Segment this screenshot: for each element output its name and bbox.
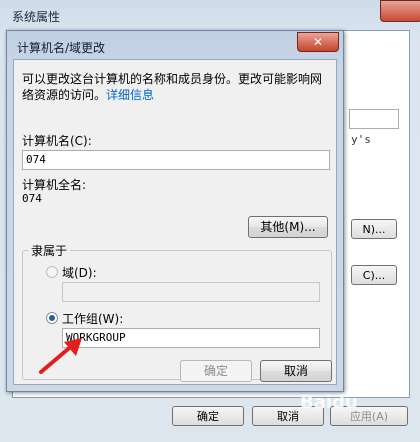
domain-radio[interactable] [46,266,58,278]
background-input [349,109,399,129]
domain-label: 域(D): [62,266,97,280]
change-button[interactable]: C)... [351,265,397,285]
computer-name-input[interactable]: 074 [22,150,330,170]
ok-button[interactable]: 确定 [180,360,252,382]
close-button[interactable] [380,0,420,22]
domain-input[interactable] [62,282,320,302]
computer-name-label: 计算机名(C): [22,134,92,148]
dialog-title: 计算机名/域更改 [17,41,106,55]
window-title: 系统属性 [12,10,61,24]
network-id-button[interactable]: N)... [351,219,397,239]
description-text-line2: 络资源的访问。详细信息 [22,88,155,102]
close-icon[interactable]: ✕ [297,32,339,52]
full-name-value: 074 [22,192,42,205]
more-button[interactable]: 其他(M)... [248,216,328,238]
ok-button-bg[interactable]: 确定 [172,406,244,426]
background-text-fragment: y's [351,133,371,146]
full-name-label: 计算机全名: [22,178,87,192]
annotation-arrow-icon [39,338,82,374]
workgroup-radio[interactable] [46,312,58,324]
cancel-button[interactable]: 取消 [260,360,332,382]
description-text: 可以更改这台计算机的名称和成员身份。更改可能影响网 [22,72,323,86]
watermark-logo: Baidu [300,392,358,413]
workgroup-label: 工作组(W): [62,312,124,326]
details-link[interactable]: 详细信息 [106,88,154,102]
member-of-label: 隶属于 [28,242,71,259]
workgroup-input[interactable]: WORKGROUP [62,328,320,348]
